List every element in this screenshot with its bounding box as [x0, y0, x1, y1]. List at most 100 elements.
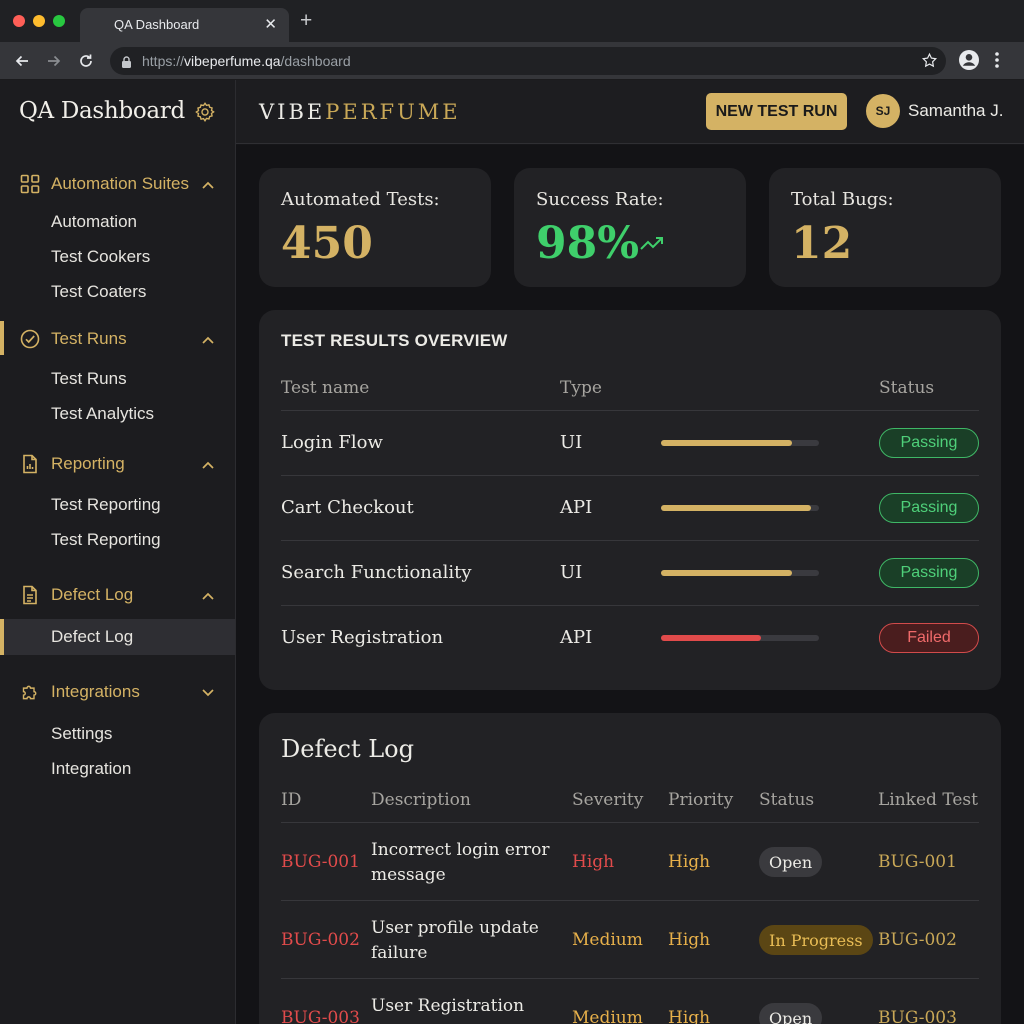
column-header-id[interactable]: ID [281, 790, 301, 810]
bug-description-line1: User Registration [371, 996, 525, 1016]
trending-up-icon [639, 234, 665, 257]
test-name: Cart Checkout [281, 497, 414, 518]
column-header-description[interactable]: Description [371, 790, 471, 810]
chevron-up-icon [201, 332, 215, 350]
bug-description-line2: message [371, 865, 446, 885]
linked-test-link[interactable]: BUG-002 [878, 928, 957, 952]
stat-label: Automated Tests: [281, 189, 440, 210]
priority-value: High [668, 930, 711, 950]
gear-icon[interactable] [194, 101, 216, 128]
divider [281, 978, 979, 979]
url-text: https://vibeperfume.qa/dashboard [142, 53, 351, 69]
sidebar-item-test-reporting[interactable]: Test Reporting [51, 495, 161, 515]
test-name: Login Flow [281, 432, 383, 453]
column-header-status[interactable]: Status [759, 790, 814, 810]
active-item-indicator [0, 619, 4, 655]
brand-logo[interactable]: VIBEPERFUME [259, 100, 461, 124]
linked-test-link[interactable]: BUG-003 [878, 1006, 957, 1024]
sidebar-group-reporting[interactable]: Reporting [0, 446, 236, 482]
main-content: Automated Tests: 450 Success Rate: 98% T… [236, 145, 1024, 1024]
column-header-test-name[interactable]: Test name [281, 378, 369, 398]
avatar[interactable]: SJ [866, 94, 900, 128]
severity-value: High [572, 852, 615, 872]
grid-icon [20, 174, 40, 199]
stat-label: Total Bugs: [791, 189, 894, 210]
bug-id-link[interactable]: BUG-001 [281, 850, 360, 874]
test-type: API [560, 627, 593, 648]
progress-fill [661, 440, 793, 446]
stat-value: 12 [791, 218, 853, 269]
divider [281, 822, 979, 823]
sidebar-item-integration[interactable]: Integration [51, 759, 131, 779]
linked-test-link[interactable]: BUG-001 [878, 850, 957, 874]
url-field[interactable]: https://vibeperfume.qa/dashboard [110, 47, 946, 75]
forward-arrow-icon[interactable] [43, 50, 65, 72]
browser-profile-icon[interactable] [958, 49, 980, 76]
progress-fill [661, 635, 761, 641]
bug-id-link[interactable]: BUG-003 [281, 1006, 360, 1024]
section-title: Defect Log [281, 735, 414, 763]
sidebar-group-defect-log[interactable]: Defect Log [0, 577, 236, 613]
progress-bar [661, 505, 819, 511]
sidebar-item-defect-log[interactable]: Defect Log [51, 627, 133, 647]
severity-value: Medium [572, 930, 643, 950]
status-badge: In Progress [759, 925, 873, 955]
sidebar-item-settings[interactable]: Settings [51, 724, 112, 744]
sidebar-title: QA Dashboard [19, 98, 185, 124]
section-title: TEST RESULTS OVERVIEW [281, 331, 508, 350]
column-header-type[interactable]: Type [560, 378, 602, 398]
check-circle-icon [20, 329, 40, 354]
divider [281, 475, 979, 476]
test-name: Search Functionality [281, 562, 472, 583]
sidebar-item-test-coaters[interactable]: Test Coaters [51, 282, 146, 302]
bug-description-line1: Incorrect login error [371, 840, 550, 860]
divider [281, 605, 979, 606]
chevron-down-icon [201, 685, 215, 703]
bookmark-star-icon[interactable] [921, 52, 938, 74]
minimize-window-button[interactable] [33, 15, 45, 27]
browser-menu-icon[interactable] [994, 50, 1000, 75]
test-name: User Registration [281, 627, 444, 648]
reload-icon[interactable] [75, 50, 97, 72]
column-header-severity[interactable]: Severity [572, 790, 643, 810]
sidebar-item-test-reporting-2[interactable]: Test Reporting [51, 530, 161, 550]
tab-title: QA Dashboard [114, 17, 200, 32]
tab-close-icon[interactable]: ✕ [264, 15, 277, 33]
status-badge: Open [759, 847, 823, 877]
new-test-run-button[interactable]: NEW TEST RUN [706, 93, 847, 130]
stat-value: 450 [281, 218, 373, 269]
sidebar-group-integrations[interactable]: Integrations [0, 674, 236, 710]
column-header-linked-test[interactable]: Linked Test [878, 790, 978, 810]
chevron-up-icon [201, 588, 215, 606]
stat-card-total-bugs: Total Bugs: 12 [769, 168, 1001, 287]
app-header: VIBEPERFUME NEW TEST RUN SJ Samantha J. [236, 80, 1024, 144]
test-type: UI [560, 562, 583, 583]
back-arrow-icon[interactable] [11, 50, 33, 72]
stat-card-automated-tests: Automated Tests: 450 [259, 168, 491, 287]
sidebar-group-automation-suites[interactable]: Automation Suites [0, 166, 236, 202]
sidebar-item-test-analytics[interactable]: Test Analytics [51, 404, 154, 424]
severity-value: Medium [572, 1008, 643, 1024]
column-header-status[interactable]: Status [879, 378, 934, 398]
sidebar-group-label: Integrations [51, 682, 140, 701]
bug-description-line1: User profile update [371, 918, 539, 938]
browser-tab[interactable]: QA Dashboard ✕ [80, 8, 289, 42]
sidebar-group-label: Reporting [51, 454, 125, 473]
sidebar-item-automation[interactable]: Automation [51, 212, 137, 232]
new-tab-icon[interactable]: + [300, 10, 312, 31]
close-window-button[interactable] [13, 15, 25, 27]
user-name[interactable]: Samantha J. [908, 101, 1003, 121]
column-header-priority[interactable]: Priority [668, 790, 733, 810]
progress-bar [661, 570, 819, 576]
status-badge: Passing [879, 493, 979, 523]
status-badge: Passing [879, 558, 979, 588]
status-badge: Failed [879, 623, 979, 653]
priority-value: High [668, 852, 711, 872]
maximize-window-button[interactable] [53, 15, 65, 27]
bug-id-link[interactable]: BUG-002 [281, 928, 360, 952]
progress-bar [661, 635, 819, 641]
sidebar-group-test-runs[interactable]: Test Runs [0, 321, 236, 357]
document-icon [20, 585, 40, 610]
sidebar-item-test-cookers[interactable]: Test Cookers [51, 247, 150, 267]
sidebar-item-test-runs[interactable]: Test Runs [51, 369, 127, 389]
